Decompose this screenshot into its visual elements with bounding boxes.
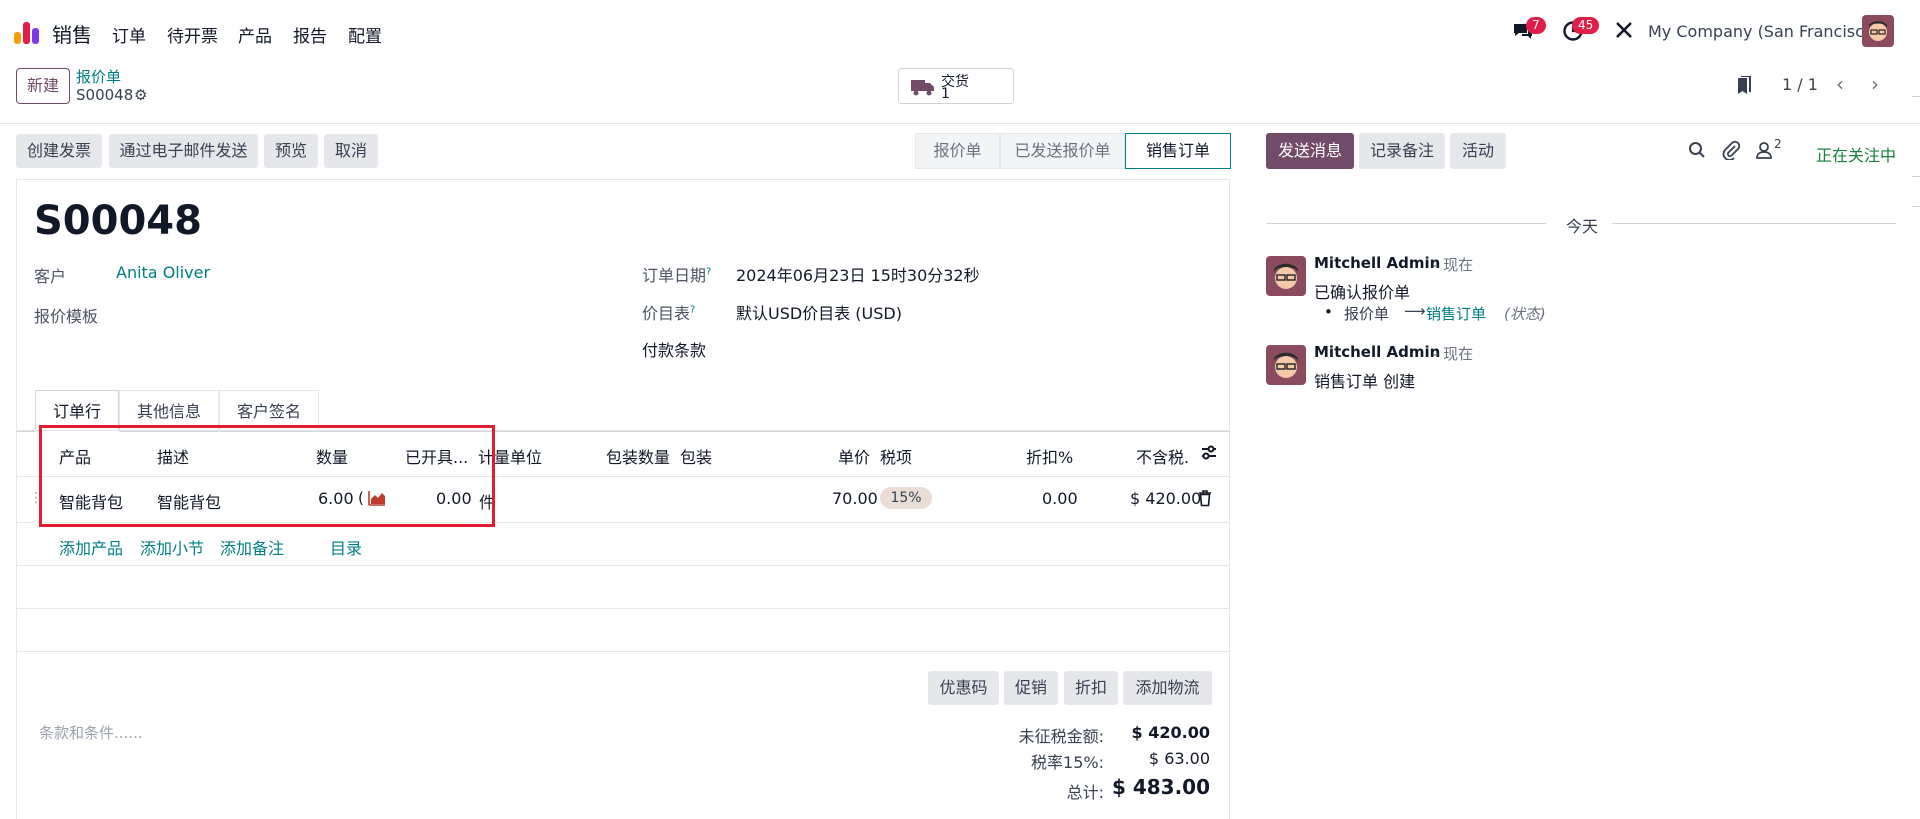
col-header-discount[interactable]: 折扣% — [1026, 444, 1073, 468]
message-body: 已确认报价单 — [1314, 283, 1411, 302]
payment-terms-label: 付款条款 — [642, 341, 707, 360]
menu-orders[interactable]: 订单 — [112, 22, 146, 47]
menu-to-invoice[interactable]: 待开票 — [167, 22, 218, 47]
breadcrumb-quotations[interactable]: 报价单 — [76, 66, 121, 87]
order-date-field[interactable]: 2024年06月23日 15时30分32秒 — [736, 262, 980, 286]
order-date-label: 订单日期? — [642, 266, 712, 285]
preview-button[interactable]: 预览 — [264, 134, 318, 168]
menu-configuration[interactable]: 配置 — [348, 22, 382, 47]
delete-line-icon[interactable] — [1198, 490, 1212, 511]
following-toggle[interactable]: 正在关注中 — [1816, 142, 1896, 166]
line-discount[interactable]: 0.00 — [1042, 489, 1078, 508]
table-empty-line-3 — [16, 651, 1230, 652]
add-section-link[interactable]: 添加小节 — [140, 535, 204, 559]
untaxed-amount: $ 420.00 — [1131, 723, 1210, 742]
status-sales-order[interactable]: 销售订单 — [1125, 133, 1231, 169]
company-switcher[interactable]: My Company (San Francisco) — [1648, 22, 1880, 41]
pager-value[interactable]: 1 / 1 — [1782, 75, 1818, 94]
truck-icon — [911, 80, 934, 96]
create-invoice-button[interactable]: 创建发票 — [16, 134, 102, 168]
coupon-button[interactable]: 优惠码 — [928, 671, 999, 705]
app-logo-icon[interactable] — [14, 18, 40, 44]
app-name[interactable]: 销售 — [52, 19, 92, 48]
today-separator-right — [1612, 223, 1896, 224]
line-tax-badge[interactable]: 15% — [880, 487, 932, 509]
user-avatar[interactable] — [1862, 15, 1894, 47]
line-unit-price[interactable]: 70.00 — [832, 489, 878, 508]
message-author-avatar[interactable] — [1266, 256, 1306, 296]
menu-reporting[interactable]: 报告 — [293, 22, 327, 47]
page-title: S00048 — [34, 198, 202, 244]
optional-columns-icon[interactable] — [1200, 444, 1218, 466]
paperclip-icon[interactable] — [1722, 140, 1741, 164]
pricelist-label: 价目表? — [642, 304, 696, 323]
tracking-new-value: 销售订单 — [1426, 305, 1487, 323]
status-quotation-sent[interactable]: 已发送报价单 — [1000, 133, 1125, 169]
pager-previous-icon[interactable]: ‹ — [1836, 72, 1844, 96]
pager-next-icon[interactable]: › — [1871, 72, 1879, 96]
tracking-field-name: (状态) — [1504, 305, 1546, 323]
message-time: - 现在 — [1433, 256, 1474, 274]
edge-tick — [1912, 96, 1920, 97]
message-body: 销售订单 创建 — [1314, 372, 1416, 391]
table-empty-line-2 — [16, 608, 1230, 609]
tracking-bullet: • — [1324, 303, 1333, 321]
top-navbar: 销售 订单 待开票 产品 报告 配置 7 45 My Company (San … — [0, 0, 1920, 64]
pricelist-field[interactable]: 默认USD价目表 (USD) — [736, 300, 902, 324]
col-header-taxes[interactable]: 税项 — [880, 444, 912, 468]
catalog-link[interactable]: 目录 — [330, 535, 362, 559]
messages-badge: 7 — [1526, 17, 1546, 34]
quotation-template-label: 报价模板 — [34, 307, 99, 326]
col-header-packaging[interactable]: 包装 — [680, 444, 712, 468]
customer-field[interactable]: Anita Oliver — [116, 263, 210, 282]
col-header-subtotal[interactable]: 不含税. — [1136, 444, 1189, 468]
smart-button-count: 1 — [941, 86, 950, 102]
new-button[interactable]: 新建 — [16, 68, 70, 104]
total-amount: $ 483.00 — [1111, 775, 1210, 799]
record-name: S00048 — [76, 86, 134, 104]
untaxed-label: 未征税金额: — [1018, 727, 1104, 746]
today-separator-label: 今天 — [1566, 217, 1599, 236]
message-author[interactable]: Mitchell Admin — [1314, 254, 1440, 272]
tax-label: 税率15%: — [1031, 753, 1104, 772]
tracking-arrow: ⟶ — [1404, 302, 1426, 320]
message-time: - 现在 — [1433, 345, 1474, 363]
col-header-unit-price[interactable]: 单价 — [838, 444, 870, 468]
customer-label: 客户 — [34, 267, 67, 286]
tracking-old-value: 报价单 — [1344, 305, 1390, 323]
edge-tick — [1912, 206, 1920, 207]
followers-icon[interactable] — [1756, 141, 1772, 163]
col-header-packaging-qty[interactable]: 包装数量 — [606, 444, 670, 468]
highlight-box — [39, 425, 495, 527]
search-icon[interactable] — [1688, 141, 1706, 163]
debug-tools-icon[interactable] — [1614, 20, 1634, 44]
today-separator-left — [1266, 223, 1546, 224]
send-email-button[interactable]: 通过电子邮件发送 — [109, 134, 258, 168]
bookmark-icon[interactable] — [1736, 75, 1752, 100]
terms-conditions-field[interactable]: 条款和条件...... — [39, 722, 143, 743]
line-subtotal: $ 420.00 — [1130, 489, 1202, 508]
discount-button[interactable]: 折扣 — [1064, 671, 1118, 705]
add-note-link[interactable]: 添加备注 — [220, 535, 284, 559]
total-label: 总计: — [1066, 783, 1104, 802]
status-quotation[interactable]: 报价单 — [915, 133, 1000, 169]
message-author-avatar[interactable] — [1266, 345, 1306, 385]
cancel-button[interactable]: 取消 — [324, 134, 378, 168]
add-product-link[interactable]: 添加产品 — [59, 535, 123, 559]
activity-button[interactable]: 活动 — [1450, 133, 1506, 169]
table-empty-line-1 — [16, 565, 1230, 566]
tax-amount: $ 63.00 — [1148, 749, 1210, 768]
gear-icon[interactable]: ⚙ — [134, 86, 147, 104]
delivery-smart-button[interactable]: 交货 1 — [898, 68, 1014, 104]
menu-products[interactable]: 产品 — [238, 22, 272, 47]
add-shipping-button[interactable]: 添加物流 — [1123, 671, 1212, 705]
edge-tick — [1912, 176, 1920, 177]
followers-count: 2 — [1774, 137, 1782, 151]
send-message-button[interactable]: 发送消息 — [1266, 133, 1354, 169]
activities-badge: 45 — [1572, 17, 1600, 34]
message-author[interactable]: Mitchell Admin — [1314, 343, 1440, 361]
log-note-button[interactable]: 记录备注 — [1359, 133, 1445, 169]
promotions-button[interactable]: 促销 — [1004, 671, 1058, 705]
